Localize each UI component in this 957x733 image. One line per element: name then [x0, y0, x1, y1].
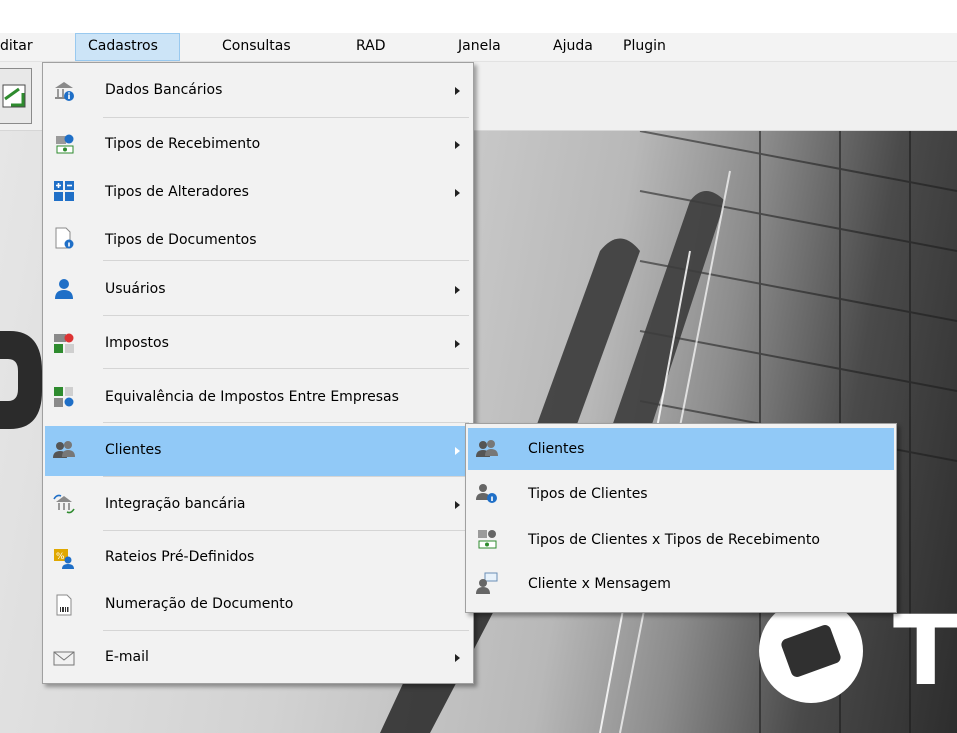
- menu-separator: [103, 530, 469, 531]
- menu-separator: [103, 476, 469, 477]
- menu-item-label: Rateios Pré-Definidos: [105, 549, 255, 565]
- menu-editar[interactable]: ditar: [0, 33, 39, 61]
- submenu-arrow-icon: [455, 87, 460, 95]
- user-icon: [55, 279, 73, 299]
- submenu-item-label: Clientes: [528, 441, 585, 457]
- menu-bar: ditar Cadastros Consultas RAD Janela Aju…: [0, 33, 957, 62]
- menu-item-numeracao-documento[interactable]: Numeração de Documento: [45, 582, 471, 630]
- menu-item-integracao-bancaria[interactable]: Integração bancária: [45, 480, 471, 530]
- menu-separator: [103, 260, 469, 261]
- menu-janela[interactable]: Janela: [452, 33, 507, 61]
- menu-item-label: Tipos de Recebimento: [105, 136, 261, 152]
- money-receipt-icon: [56, 134, 74, 154]
- menu-item-rateios[interactable]: % Rateios Pré-Definidos: [45, 534, 471, 582]
- clients-icon: [476, 440, 498, 457]
- submenu-item-clientes[interactable]: Clientes: [468, 428, 894, 470]
- menu-plugin[interactable]: Plugin: [617, 33, 672, 61]
- submenu-item-cliente-mensagem[interactable]: Cliente x Mensagem: [468, 564, 894, 608]
- menu-item-label: Tipos de Alteradores: [105, 184, 249, 200]
- menu-item-label: Clientes: [105, 442, 162, 458]
- client-receipt-icon: [478, 530, 497, 549]
- submenu-arrow-icon: [455, 141, 460, 149]
- menu-item-usuarios[interactable]: Usuários: [45, 265, 471, 315]
- tax-equivalence-icon: [54, 387, 74, 407]
- submenu-arrow-icon: [455, 340, 460, 348]
- submenu-item-tipos-clientes-recebimento[interactable]: Tipos de Clientes x Tipos de Recebimento: [468, 518, 894, 562]
- clients-icon: [53, 441, 75, 458]
- menu-item-label: Impostos: [105, 335, 169, 351]
- menu-item-dados-bancarios[interactable]: Dados Bancários: [45, 67, 471, 115]
- submenu-arrow-icon: [455, 286, 460, 294]
- menu-ajuda[interactable]: Ajuda: [547, 33, 599, 61]
- document-info-icon: [55, 227, 74, 249]
- menu-separator: [103, 117, 469, 118]
- menu-item-label: Integração bancária: [105, 496, 246, 512]
- submenu-item-tipos-clientes[interactable]: Tipos de Clientes: [468, 472, 894, 516]
- menu-item-tipos-documentos[interactable]: Tipos de Documentos: [45, 217, 471, 265]
- toolbar-exit-button[interactable]: [0, 68, 32, 124]
- bank-info-icon: [55, 82, 74, 101]
- menu-item-label: Dados Bancários: [105, 82, 223, 98]
- submenu-item-label: Tipos de Clientes x Tipos de Recebimento: [528, 532, 820, 548]
- submenu-item-label: Cliente x Mensagem: [528, 576, 671, 592]
- menu-cadastros[interactable]: Cadastros: [75, 33, 180, 61]
- menu-item-label: Usuários: [105, 281, 166, 297]
- client-message-icon: [476, 572, 498, 594]
- menu-item-email[interactable]: E-mail: [45, 634, 471, 680]
- menu-separator: [103, 630, 469, 631]
- cadastros-dropdown: Dados Bancários Tipos de Recebimento Tip…: [42, 62, 474, 684]
- menu-item-tipos-recebimento[interactable]: Tipos de Recebimento: [45, 121, 471, 169]
- menu-item-label: Numeração de Documento: [105, 596, 294, 612]
- client-types-icon: [476, 484, 497, 503]
- menu-item-clientes[interactable]: Clientes: [45, 426, 471, 476]
- menu-item-label: Tipos de Documentos: [105, 232, 257, 248]
- menu-separator: [103, 422, 469, 423]
- menu-separator: [103, 368, 469, 369]
- document-number-icon: [56, 594, 72, 616]
- brand-letter: T: [893, 595, 957, 707]
- menu-rad[interactable]: RAD: [350, 33, 392, 61]
- submenu-arrow-icon: [455, 501, 460, 509]
- menu-item-label: E-mail: [105, 649, 149, 665]
- menu-item-label: Equivalência de Impostos Entre Empresas: [105, 389, 399, 405]
- submenu-item-label: Tipos de Clientes: [528, 486, 648, 502]
- calculator-icon: [54, 181, 74, 201]
- menu-separator: [103, 315, 469, 316]
- apportionment-icon: %: [54, 549, 74, 569]
- menu-item-tipos-alteradores[interactable]: Tipos de Alteradores: [45, 169, 471, 217]
- menu-consultas[interactable]: Consultas: [216, 33, 297, 61]
- submenu-arrow-icon: [455, 189, 460, 197]
- menu-item-impostos[interactable]: Impostos: [45, 319, 471, 369]
- bank-integration-icon: [53, 494, 75, 514]
- envelope-icon: [53, 651, 75, 666]
- tax-icon: [54, 333, 74, 353]
- submenu-arrow-icon: [455, 654, 460, 662]
- menu-item-equivalencia-impostos[interactable]: Equivalência de Impostos Entre Empresas: [45, 373, 471, 423]
- clientes-submenu: Clientes Tipos de Clientes Tipos de Clie…: [465, 423, 897, 613]
- exit-arrow-icon: [2, 84, 26, 108]
- top-strip: [0, 0, 957, 33]
- svg-text:%: %: [56, 552, 65, 562]
- submenu-arrow-icon: [455, 447, 460, 455]
